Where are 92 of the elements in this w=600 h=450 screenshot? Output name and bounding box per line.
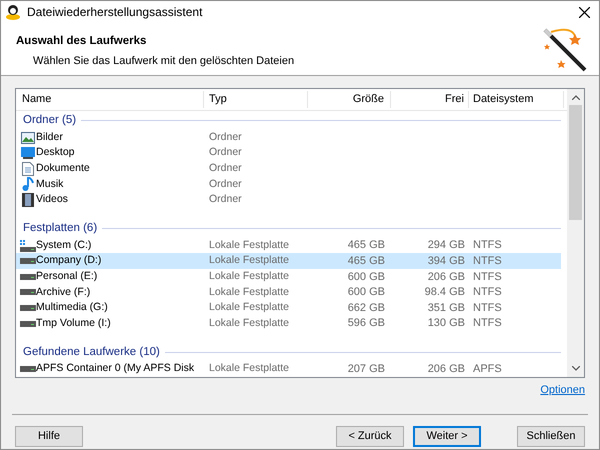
group-heading: Festplatten (6): [23, 221, 98, 236]
column-header[interactable]: Größe: [308, 91, 391, 108]
scroll-thumb[interactable]: [569, 105, 582, 220]
list-row[interactable]: Company (D:) Lokale Festplatte 465 GB 394 GB NTFS: [16, 253, 561, 270]
drive-icon: [20, 366, 36, 372]
list-row[interactable]: Multimedia (G:) Lokale Festplatte 662 GB 351 GB NTFS: [16, 300, 561, 316]
filesystem-cell: APFS: [473, 362, 502, 375]
size-cell-text: 207 GB: [348, 362, 385, 377]
magic-wand-icon: [541, 26, 589, 72]
type-cell-text: Ordner: [208, 160, 243, 176]
list-row[interactable]: Videos Ordner: [16, 192, 561, 208]
list-row[interactable]: Musik Ordner: [16, 176, 561, 192]
name-cell-text: Bilder: [36, 130, 63, 145]
name-cell-text: Dokumente: [36, 160, 90, 176]
type-cell-text: Ordner: [208, 130, 243, 145]
page-heading: Auswahl des Laufwerks: [16, 34, 148, 49]
list-row[interactable]: Tmp Volume (I:) Lokale Festplatte 596 GB 130 GB NTFS: [16, 316, 561, 332]
size-cell-text: 465 GB: [348, 254, 385, 269]
size-cell-text: 600 GB: [348, 285, 385, 300]
free-cell-text: 394 GB: [428, 254, 465, 269]
list-row[interactable]: Archive (F:) Lokale Festplatte 600 GB 98.4 GB NTFS: [16, 284, 561, 300]
type-cell-text: Lokale Festplatte: [208, 316, 290, 331]
scroll-down-icon[interactable]: [572, 366, 580, 371]
column-header[interactable]: Frei: [391, 91, 469, 108]
name-cell-text: APFS Container 0 (My APFS Disk: [36, 361, 194, 376]
dialog-button[interactable]: Hilfe: [15, 426, 83, 446]
filesystem-cell: NTFS: [473, 317, 502, 330]
type-cell-text: Lokale Festplatte: [208, 300, 290, 316]
drive-icon: [20, 305, 36, 312]
list-row[interactable]: APFS Container 0 (My APFS Disk Lokale Festplatte 207 GB 206 GB APFS: [16, 361, 561, 377]
column-header[interactable]: Name: [16, 91, 204, 108]
monitor-icon: [21, 147, 35, 160]
size-cell-text: 465 GB: [348, 238, 385, 254]
close-icon: [578, 6, 590, 18]
column-header[interactable]: Typ: [204, 91, 308, 108]
name-cell-text: Musik: [36, 176, 64, 192]
system-drive-icon: [20, 240, 36, 252]
scrollbar[interactable]: [567, 89, 584, 377]
column-header[interactable]: Dateisystem: [469, 91, 564, 108]
list-row[interactable]: Dokumente Ordner: [16, 161, 561, 177]
scroll-up-icon[interactable]: [572, 95, 580, 100]
drive-icon: [20, 289, 36, 296]
window-title: Dateiwiederherstellungsassistent: [27, 4, 202, 21]
free-cell-text: 98.4 GB: [424, 285, 465, 300]
filesystem-cell: NTFS: [473, 302, 502, 314]
type-cell-text: Ordner: [208, 176, 243, 192]
size-cell-text: 596 GB: [348, 316, 385, 332]
type-cell-text: Lokale Festplatte: [208, 361, 290, 376]
picture-icon: [21, 132, 35, 144]
name-cell-text: Personal (E:): [36, 268, 98, 284]
filesystem-cell: NTFS: [473, 239, 502, 252]
filesystem-cell: NTFS: [473, 286, 502, 298]
dialog-button[interactable]: Weiter >: [413, 426, 481, 446]
name-cell-text: Tmp Volume (I:): [36, 316, 111, 331]
film-icon: [22, 193, 34, 208]
type-cell-text: Ordner: [208, 192, 243, 208]
document-icon: [22, 162, 34, 176]
dialog-button[interactable]: Schließen: [517, 426, 585, 446]
name-cell-text: Desktop: [36, 145, 75, 160]
drive-icon: [20, 320, 36, 327]
page-subtitle: Wählen Sie das Laufwerk mit den gelöschten Dateien: [33, 54, 294, 70]
free-cell-text: 351 GB: [428, 300, 465, 316]
type-cell-text: Lokale Festplatte: [208, 268, 290, 284]
free-cell-text: 206 GB: [428, 270, 465, 285]
music-note-icon: [22, 177, 34, 192]
list-row[interactable]: Desktop Ordner: [16, 145, 561, 162]
name-cell-text: Archive (F:): [36, 284, 90, 300]
free-cell-text: 206 GB: [428, 362, 465, 377]
list-row[interactable]: Bilder Ordner: [16, 130, 561, 146]
type-cell-text: Lokale Festplatte: [208, 238, 290, 253]
group-heading: Ordner (5): [23, 113, 76, 128]
filesystem-cell: NTFS: [473, 254, 502, 267]
list-row[interactable]: Personal (E:) Lokale Festplatte 600 GB 206 GB NTFS: [16, 269, 561, 285]
drive-icon: [20, 274, 36, 280]
app-logo-icon: [6, 4, 20, 20]
drive-icon: [20, 258, 36, 264]
list-row[interactable]: System (C:) Lokale Festplatte 465 GB 294 GB NTFS: [16, 238, 561, 254]
name-cell-text: System (C:): [36, 238, 92, 253]
size-cell-text: 600 GB: [348, 270, 385, 285]
free-cell-text: 294 GB: [428, 238, 465, 254]
name-cell-text: Videos: [36, 192, 68, 208]
name-cell-text: Multimedia (G:): [36, 300, 108, 316]
group-heading: Gefundene Laufwerke (10): [23, 344, 160, 360]
options-link[interactable]: Optionen: [540, 382, 585, 398]
type-cell-text: Lokale Festplatte: [208, 284, 290, 300]
name-cell-text: Company (D:): [36, 253, 102, 268]
free-cell-text: 130 GB: [428, 316, 465, 332]
type-cell-text: Ordner: [208, 145, 243, 160]
type-cell-text: Lokale Festplatte: [208, 253, 290, 268]
dialog-button[interactable]: < Zurück: [336, 426, 404, 446]
filesystem-cell: NTFS: [473, 270, 502, 283]
size-cell-text: 662 GB: [348, 300, 385, 316]
